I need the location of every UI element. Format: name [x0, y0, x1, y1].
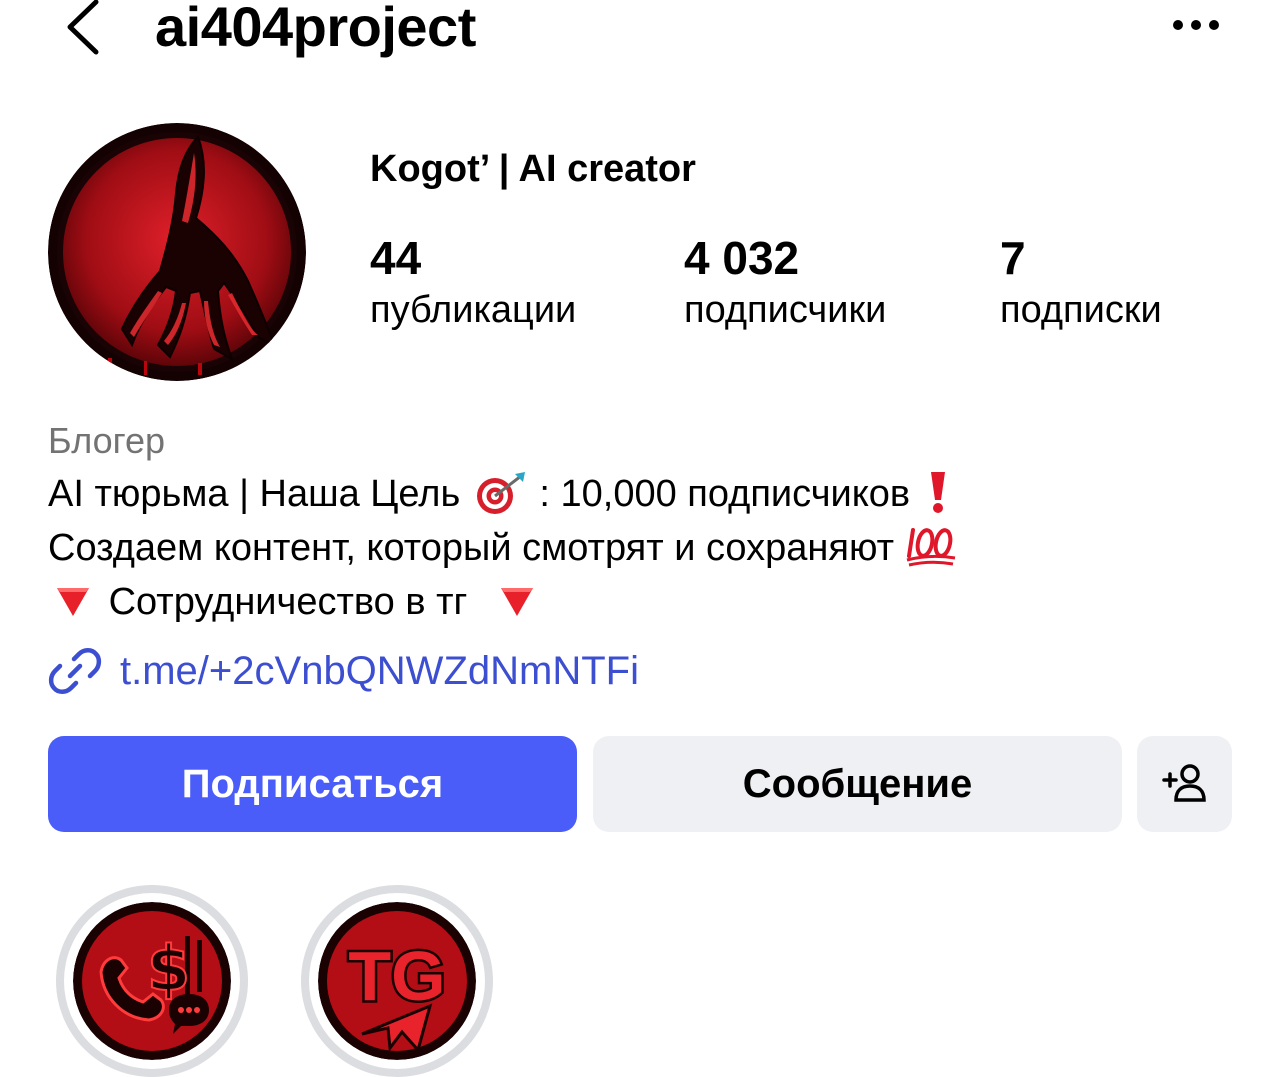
- bio-text: AI тюрьма | Наша Цель: [48, 473, 461, 515]
- more-horizontal-icon: [1173, 20, 1219, 30]
- bio-link[interactable]: t.me/+2cVnbQNWZdNmNTFi: [48, 643, 639, 699]
- back-button[interactable]: [56, 0, 116, 60]
- telegram-highlight: TG: [318, 902, 476, 1060]
- bio-text: Создаем контент, который смотрят и сохра…: [48, 527, 895, 569]
- profile-display-name: Kogot’ | AI creator: [370, 148, 696, 190]
- red-triangle-down-emoji: [48, 579, 98, 629]
- follow-button[interactable]: Подписаться: [48, 736, 577, 832]
- red-claw-avatar: [48, 123, 306, 381]
- add-person-icon: [1161, 764, 1206, 802]
- phone-dollar-chat-highlight: $: [73, 902, 231, 1060]
- bio-text: Сотрудничество в тг: [108, 581, 468, 623]
- highlight-tg-text: TG: [348, 937, 445, 1015]
- posts-count-value: 44: [370, 232, 422, 284]
- story-highlight[interactable]: $: [56, 885, 248, 1077]
- red-triangle-down-emoji: [492, 579, 542, 629]
- story-highlight[interactable]: TG: [301, 885, 493, 1077]
- profile-username: ai404project: [155, 0, 476, 58]
- bio-link-text[interactable]: t.me/+2cVnbQNWZdNmNTFi: [120, 645, 639, 697]
- chevron-left-icon: [67, 0, 99, 55]
- target-emoji: [471, 470, 529, 521]
- more-options-button[interactable]: [1168, 10, 1224, 40]
- bio-line: Сотрудничество в тг: [48, 577, 542, 629]
- followers-count[interactable]: 4 032 подписчики: [684, 230, 886, 334]
- profile-category: Блогер: [48, 420, 166, 461]
- followers-count-label: подписчики: [684, 289, 887, 331]
- following-count-value: 7: [1000, 232, 1026, 284]
- link-icon: [48, 648, 102, 694]
- exclamation-emoji: [921, 470, 955, 521]
- message-button[interactable]: Сообщение: [593, 736, 1122, 832]
- posts-count-label: публикации: [370, 289, 577, 331]
- suggested-accounts-button[interactable]: [1137, 736, 1232, 832]
- bio-line: Создаем контент, который смотрят и сохра…: [48, 523, 957, 575]
- following-count-label: подписки: [1000, 289, 1162, 331]
- bio-line: AI тюрьма | Наша Цель : 10,000 подписчик…: [48, 469, 955, 521]
- posts-count[interactable]: 44 публикации: [370, 230, 576, 334]
- svg-text:$: $: [147, 932, 190, 1005]
- bio-text: : 10,000 подписчиков: [539, 473, 911, 515]
- profile-avatar[interactable]: [48, 123, 306, 381]
- following-count[interactable]: 7 подписки: [1000, 230, 1162, 334]
- hundred-points-emoji: [905, 524, 957, 575]
- followers-count-value: 4 032: [684, 232, 800, 284]
